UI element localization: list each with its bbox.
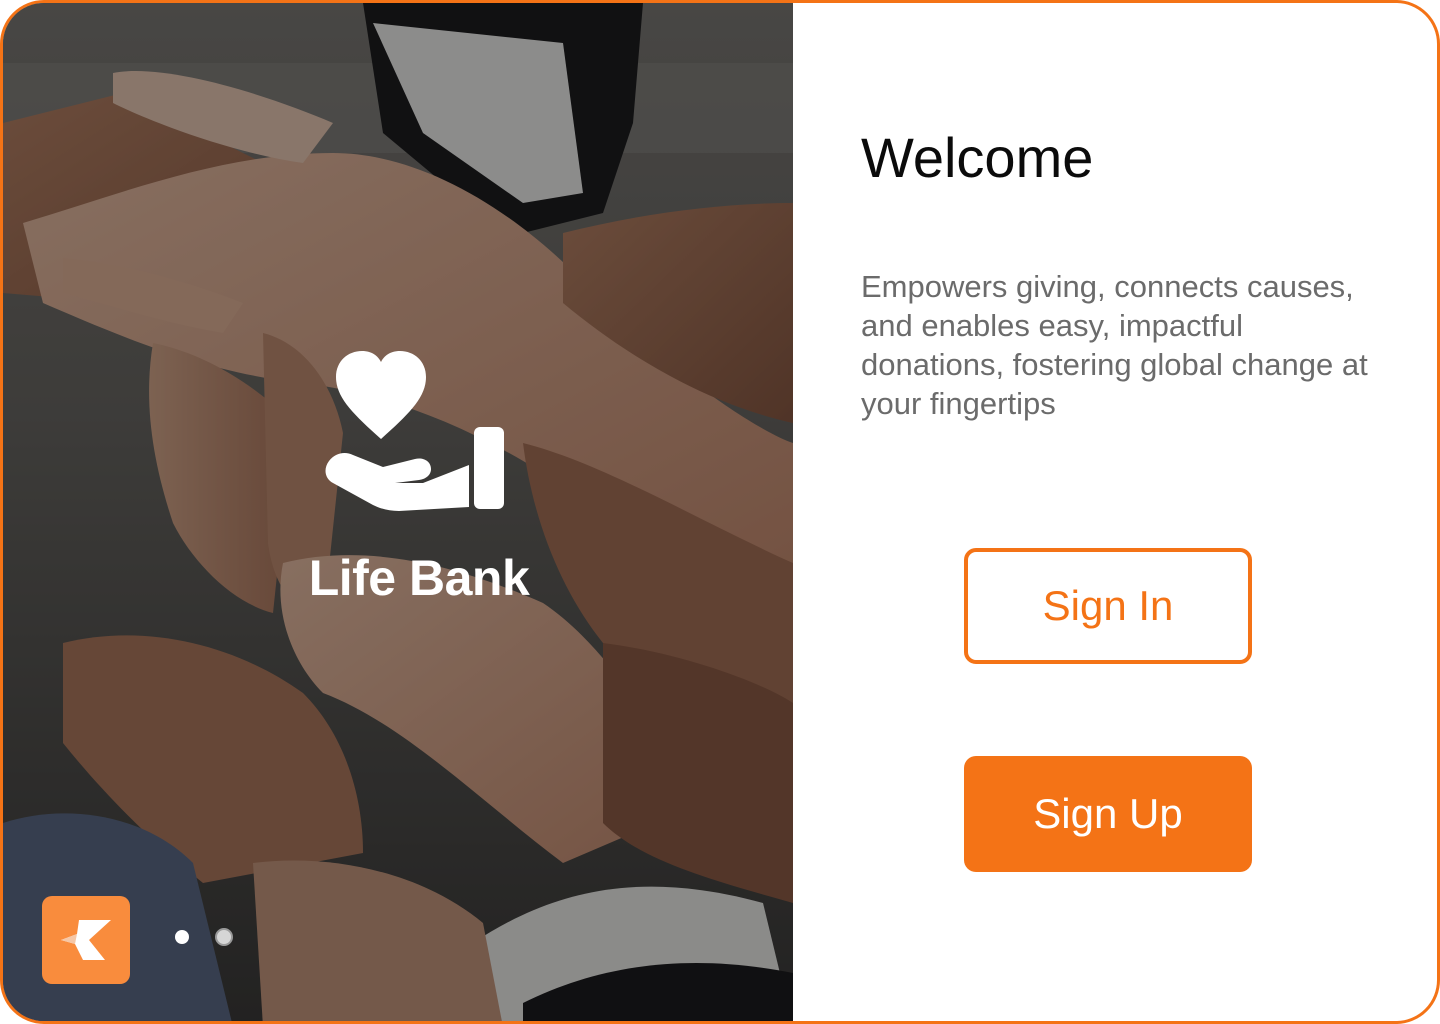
sign-up-label: Sign Up (1033, 790, 1183, 837)
brand-name: Life Bank (308, 550, 530, 606)
app-logo-badge[interactable] (42, 896, 130, 984)
welcome-panel: Welcome Empowers giving, connects causes… (793, 3, 1437, 1021)
welcome-screen: Life Bank Welcome Empowers giving, conne… (0, 0, 1440, 1024)
sign-in-label: Sign In (1042, 582, 1174, 629)
sign-up-button[interactable]: Sign Up (964, 756, 1252, 872)
carousel-dot-active[interactable] (175, 930, 189, 944)
welcome-description: Empowers giving, connects causes, and en… (861, 269, 1368, 421)
brand-block: Life Bank (3, 343, 793, 607)
carousel-dot[interactable] (215, 928, 233, 946)
app-logo-icon (61, 920, 111, 960)
carousel-indicators (175, 928, 233, 946)
heart-in-hand-icon (319, 343, 519, 518)
welcome-title: Welcome (861, 126, 1094, 189)
hero-panel: Life Bank (3, 3, 793, 1021)
sign-in-button[interactable]: Sign In (964, 548, 1252, 664)
